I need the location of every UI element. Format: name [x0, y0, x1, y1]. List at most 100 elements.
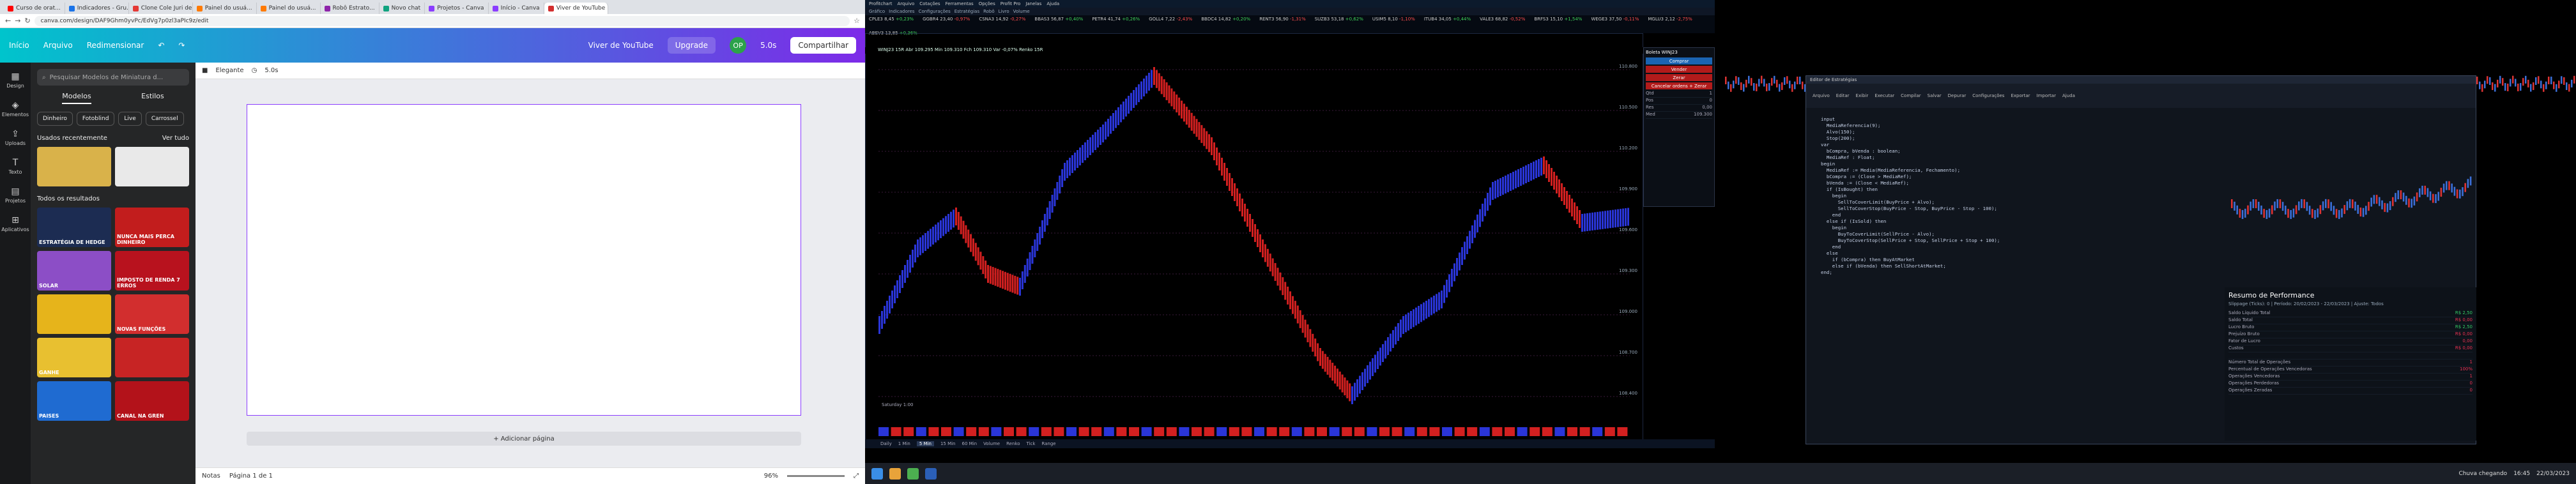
- ticker-item[interactable]: RENT3 56,90 -1,31%: [1259, 17, 1306, 22]
- template-thumb[interactable]: [37, 147, 111, 186]
- toolbar-item[interactable]: Indicadores: [889, 9, 914, 14]
- strategy-code[interactable]: input MediaReferencia(9); Alvo(150); Sto…: [1821, 116, 2128, 378]
- timer-icon[interactable]: ◷: [252, 67, 257, 74]
- ticker-item[interactable]: USIM5 8,10 -1,10%: [1372, 17, 1415, 22]
- menu-item[interactable]: Ferramentas: [946, 1, 974, 6]
- browser-tab[interactable]: Indicadores - Gru...: [65, 3, 129, 14]
- sell-button[interactable]: Vender: [1646, 66, 1712, 73]
- template-search-input[interactable]: ⌕ Pesquisar Modelos de Miniatura d...: [37, 69, 189, 86]
- clock-date[interactable]: 22/03/2023: [2536, 471, 2570, 477]
- rail-item-0[interactable]: ▦ Design: [6, 72, 24, 89]
- toolbar-item[interactable]: Estratégias: [954, 9, 979, 14]
- template-thumb[interactable]: CANAL NA GREN: [115, 381, 189, 421]
- browser-tab[interactable]: Projetos - Canva: [425, 3, 489, 14]
- address-input[interactable]: canva.com/design/DAF9Ghm0yvPc/EdVg7p0zl3…: [34, 15, 850, 26]
- design-page[interactable]: [247, 104, 801, 416]
- ticker-item[interactable]: WEGE3 37,50 -0,11%: [1591, 17, 1639, 22]
- renko-chart[interactable]: [878, 57, 1630, 440]
- weather-text[interactable]: Chuva chegando: [2458, 471, 2507, 477]
- chip[interactable]: Carrossel: [145, 112, 184, 126]
- clock-time[interactable]: 16:45: [2513, 471, 2530, 477]
- template-thumb[interactable]: [115, 147, 189, 186]
- menu-item[interactable]: Ajuda: [1046, 1, 1059, 6]
- zoom-level[interactable]: 96%: [764, 473, 778, 480]
- ticker-item[interactable]: MGLU3 2,12 -2,75%: [1648, 17, 1692, 22]
- menu-item[interactable]: Profitchart: [869, 1, 892, 6]
- period-tab[interactable]: Volume: [983, 441, 1000, 446]
- animation-button[interactable]: Elegante: [215, 67, 243, 74]
- template-thumb[interactable]: NOVAS FUNÇÕES: [115, 294, 189, 334]
- ribbon-button[interactable]: Importar: [2037, 93, 2056, 98]
- menu-item[interactable]: Cotações: [919, 1, 940, 6]
- home-button[interactable]: Início: [9, 41, 29, 50]
- menu-item[interactable]: Arquivo: [897, 1, 914, 6]
- ribbon-button[interactable]: Depurar: [1948, 93, 1966, 98]
- ribbon-button[interactable]: Exibir: [1856, 93, 1869, 98]
- browser-tab[interactable]: Robô Estrato...: [321, 3, 379, 14]
- ribbon-button[interactable]: Arquivo: [1813, 93, 1830, 98]
- share-button[interactable]: Compartilhar: [790, 37, 856, 54]
- avatar[interactable]: OP: [730, 37, 747, 54]
- ticker-item[interactable]: BBAS3 56,87 +0,40%: [1034, 17, 1083, 22]
- toolbar-item[interactable]: Livro: [999, 9, 1009, 14]
- template-thumb[interactable]: PAISES: [37, 381, 111, 421]
- upgrade-button[interactable]: Upgrade: [667, 37, 716, 54]
- ticker-item[interactable]: GGBR4 23,40 -0,97%: [923, 17, 970, 22]
- toolbar-item[interactable]: Gráfico: [869, 9, 885, 14]
- color-swatch-icon[interactable]: ■: [202, 67, 208, 74]
- tab-styles[interactable]: Estilos: [141, 92, 164, 104]
- design-title[interactable]: Viver de YouTube: [588, 41, 654, 50]
- ticker-item[interactable]: CSNA3 14,92 -0,27%: [979, 17, 1025, 22]
- browser-tab[interactable]: Clone Cole Juri de...: [129, 3, 193, 14]
- ticker-item[interactable]: SUZB3 53,18 +0,62%: [1315, 17, 1363, 22]
- template-thumb[interactable]: SOLAR: [37, 251, 111, 291]
- forward-icon[interactable]: →: [15, 17, 20, 25]
- undo-icon[interactable]: ↶: [158, 41, 164, 50]
- menu-item[interactable]: Profit Pro: [1000, 1, 1021, 6]
- ribbon-button[interactable]: Executar: [1874, 93, 1894, 98]
- period-tab[interactable]: 1 Min: [898, 441, 910, 446]
- ribbon-button[interactable]: Compilar: [1901, 93, 1921, 98]
- toolbar-item[interactable]: Configurações: [919, 9, 951, 14]
- ribbon-button[interactable]: Salvar: [1928, 93, 1942, 98]
- play-duration[interactable]: 5.0s: [760, 41, 776, 50]
- browser-tab[interactable]: Painel do usuá...: [193, 3, 257, 14]
- browser-tab[interactable]: Painel do usuá...: [257, 3, 321, 14]
- ticker-item[interactable]: ITUB4 34,05 +0,44%: [1424, 17, 1471, 22]
- rail-item-5[interactable]: ⊞ Aplicativos: [1, 215, 29, 232]
- browser-tab[interactable]: Curso de orat...: [4, 3, 65, 14]
- file-explorer-icon[interactable]: [889, 467, 901, 480]
- fullscreen-icon[interactable]: ⤢: [854, 473, 859, 480]
- rail-item-3[interactable]: T Texto: [8, 158, 22, 175]
- star-icon[interactable]: ☆: [854, 17, 860, 25]
- see-all-link[interactable]: Ver tudo: [162, 135, 189, 142]
- ticker-item[interactable]: PETR4 41,74 +0,26%: [1092, 17, 1140, 22]
- ticker-item[interactable]: BRFS3 15,10 +1,54%: [1534, 17, 1582, 22]
- notes-button[interactable]: Notas: [202, 473, 220, 480]
- duration-button[interactable]: 5.0s: [264, 67, 278, 74]
- windows-start-icon[interactable]: [871, 467, 883, 480]
- menu-item[interactable]: Janelas: [1025, 1, 1041, 6]
- period-tab[interactable]: 5 Min: [916, 441, 934, 446]
- period-tab[interactable]: Range: [1041, 441, 1055, 446]
- chrome-icon[interactable]: [907, 467, 919, 480]
- ribbon-button[interactable]: Ajuda: [2062, 93, 2075, 98]
- ticker-item[interactable]: GOLL4 7,22 -2,43%: [1149, 17, 1192, 22]
- browser-tab[interactable]: Viver de YouTube: [544, 3, 608, 14]
- template-thumb[interactable]: GANHE: [37, 338, 111, 377]
- add-page-button[interactable]: + Adicionar página: [247, 432, 801, 446]
- redo-icon[interactable]: ↷: [178, 41, 185, 50]
- period-tab[interactable]: 60 Min: [962, 441, 977, 446]
- chip[interactable]: Live: [118, 112, 142, 126]
- browser-tab[interactable]: Início - Canva: [489, 3, 544, 14]
- menu-item[interactable]: Opções: [979, 1, 995, 6]
- template-thumb[interactable]: NUNCA MAIS PERCA DINHEIRO: [115, 208, 189, 247]
- chip[interactable]: Fotoblind: [76, 112, 115, 126]
- file-menu[interactable]: Arquivo: [43, 41, 73, 50]
- ticker-item[interactable]: CPLE3 8,45 +0,23%: [869, 17, 914, 22]
- template-thumb[interactable]: IMPOSTO DE RENDA 7 ERROS: [115, 251, 189, 291]
- ticker-item[interactable]: BBDC4 14,82 +0,20%: [1201, 17, 1250, 22]
- toolbar-item[interactable]: Robô: [983, 9, 995, 14]
- period-tab[interactable]: 15 Min: [940, 441, 956, 446]
- template-thumb[interactable]: [115, 338, 189, 377]
